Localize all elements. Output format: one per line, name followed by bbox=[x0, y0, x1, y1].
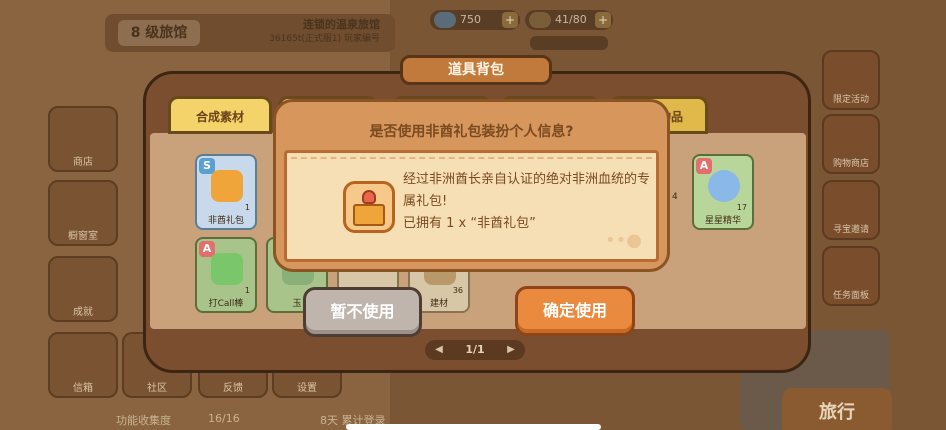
resource-energy-value: 41/80 bbox=[555, 13, 587, 26]
func-collect-label: 功能收集度 bbox=[116, 414, 171, 427]
item-name: 星星精华 bbox=[704, 216, 741, 226]
cancel-button[interactable]: 暂不使用 bbox=[303, 287, 422, 337]
hotel-id: 36165t(正式服1) 玩家编号 bbox=[269, 34, 380, 44]
dialog-line-2: 属礼包! bbox=[403, 194, 448, 209]
menu-showroom-label: 橱窗室 bbox=[68, 231, 98, 242]
item-star-essence[interactable]: A 17 星星精华 bbox=[692, 154, 754, 230]
glowstick-icon bbox=[211, 253, 243, 285]
resource-energy: 41/80 + bbox=[525, 10, 613, 30]
item-call-stick[interactable]: A 1 打Call棒 bbox=[195, 237, 257, 313]
menu-achievement-label: 成就 bbox=[73, 307, 93, 318]
menu-shop-label: 商店 bbox=[73, 157, 93, 168]
menu-showroom[interactable]: 橱窗室 bbox=[48, 180, 118, 246]
resource-subbar bbox=[530, 36, 608, 50]
dialog-line-1: 经过非洲酋长亲自认证的绝对非洲血统的专 bbox=[403, 172, 651, 187]
resource-coins: 750 + bbox=[430, 10, 520, 30]
right-treasure-label: 寻宝邀请 bbox=[832, 225, 869, 235]
home-indicator[interactable] bbox=[346, 424, 601, 430]
right-limited-event-label: 限定活动 bbox=[832, 95, 869, 105]
menu-community-label: 社区 bbox=[147, 383, 167, 394]
item-name: 打Call棒 bbox=[208, 299, 244, 309]
paw-print-icon: ••● bbox=[605, 230, 642, 251]
item-count: 36 bbox=[452, 286, 463, 295]
dialog-body: 经过非洲酋长亲自认证的绝对非洲血统的专 属礼包! 已拥有 1 x “非酋礼包” … bbox=[284, 150, 659, 262]
dialog-description: 经过非洲酋长亲自认证的绝对非洲血统的专 属礼包! 已拥有 1 x “非酋礼包” bbox=[403, 169, 653, 235]
menu-settings-label: 设置 bbox=[297, 383, 317, 394]
gift-pack-icon bbox=[211, 170, 243, 202]
add-coins-button[interactable]: + bbox=[502, 12, 518, 28]
right-shopping[interactable]: 购物商店 bbox=[822, 114, 880, 174]
menu-mail-label: 信箱 bbox=[73, 383, 93, 394]
menu-achievement[interactable]: 成就 bbox=[48, 256, 118, 322]
item-count: 1 bbox=[244, 203, 250, 212]
next-page-icon[interactable]: ▶ bbox=[503, 340, 519, 360]
right-limited-event[interactable]: 限定活动 bbox=[822, 50, 880, 110]
menu-mail[interactable]: 信箱 bbox=[48, 332, 118, 398]
hotel-name: 连锁的温泉旅馆 bbox=[303, 18, 380, 31]
travel-button[interactable]: 旅行 bbox=[782, 388, 892, 430]
item-count: 17 bbox=[736, 203, 747, 212]
item-feiqiu-gift[interactable]: S 1 非酋礼包 bbox=[195, 154, 257, 230]
star-essence-icon bbox=[708, 170, 740, 202]
dialog-title: 是否使用非酋礼包装扮个人信息? bbox=[369, 124, 574, 140]
add-energy-button[interactable]: + bbox=[595, 12, 611, 28]
rarity-badge: A bbox=[696, 158, 712, 174]
use-item-dialog: 是否使用非酋礼包装扮个人信息? 经过非洲酋长亲自认证的绝对非洲血统的专 属礼包!… bbox=[273, 99, 670, 272]
right-tasks[interactable]: 任务面板 bbox=[822, 246, 880, 306]
gift-bow bbox=[362, 190, 376, 204]
coin-icon bbox=[434, 12, 456, 28]
energy-icon bbox=[529, 12, 551, 28]
gift-box bbox=[353, 204, 385, 226]
confirm-use-button[interactable]: 确定使用 bbox=[515, 286, 635, 336]
item-name: 非酋礼包 bbox=[207, 216, 244, 226]
tab-craft-materials[interactable]: 合成素材 bbox=[168, 96, 272, 134]
menu-feedback-label: 反馈 bbox=[223, 383, 243, 394]
backpack-title: 道具背包 bbox=[400, 55, 552, 85]
right-shopping-label: 购物商店 bbox=[832, 159, 869, 169]
item-count: 1 bbox=[244, 286, 250, 295]
right-treasure[interactable]: 寻宝邀请 bbox=[822, 180, 880, 240]
hotel-level-badge: 8 级旅馆 bbox=[118, 20, 200, 46]
func-collect-value: 16/16 bbox=[208, 412, 240, 425]
hotel-name-block: 连锁的温泉旅馆 36165t(正式服1) 玩家编号 bbox=[230, 17, 380, 47]
pagination: ◀ 1/1 ▶ bbox=[425, 340, 525, 360]
right-tasks-label: 任务面板 bbox=[832, 291, 869, 301]
prev-page-icon[interactable]: ◀ bbox=[431, 340, 447, 360]
resource-coins-value: 750 bbox=[460, 13, 481, 26]
gift-pack-icon bbox=[343, 181, 395, 233]
menu-shop[interactable]: 商店 bbox=[48, 106, 118, 172]
page-indicator: 1/1 bbox=[465, 343, 485, 356]
item-count-side: 4 bbox=[672, 192, 678, 202]
